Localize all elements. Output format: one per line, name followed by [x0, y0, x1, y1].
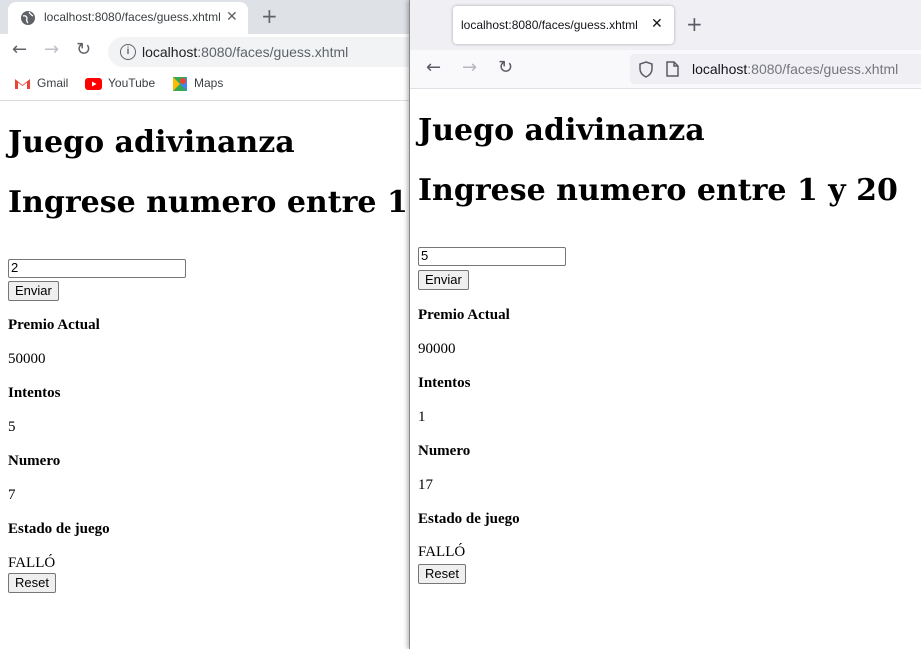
- close-tab-icon[interactable]: ✕: [651, 16, 663, 32]
- close-tab-icon[interactable]: ✕: [226, 9, 238, 25]
- bookmark-label: Maps: [194, 76, 224, 91]
- firefox-tab-title: localhost:8080/faces/guess.xhtml: [461, 18, 638, 32]
- firefox-tab[interactable]: localhost:8080/faces/guess.xhtml ✕: [453, 6, 674, 44]
- reload-icon[interactable]: ↻: [498, 59, 513, 77]
- reset-button[interactable]: Reset: [8, 573, 56, 593]
- chrome-tab[interactable]: localhost:8080/faces/guess.xhtml ✕: [8, 2, 248, 34]
- guess-input[interactable]: 5: [418, 247, 566, 266]
- bookmark-youtube[interactable]: YouTube: [85, 76, 155, 90]
- reload-icon[interactable]: ↻: [76, 41, 91, 59]
- attempts-label: Intentos: [418, 375, 471, 391]
- bookmark-label: YouTube: [108, 76, 156, 90]
- game-state-label: Estado de juego: [418, 511, 520, 527]
- chrome-page-content: Juego adivinanza Ingrese numero entre 1 …: [0, 101, 488, 649]
- firefox-window: localhost:8080/faces/guess.xhtml ✕ + ← →…: [409, 0, 921, 649]
- prize-label: Premio Actual: [8, 317, 100, 333]
- forward-arrow-icon[interactable]: →: [462, 59, 477, 77]
- shield-icon[interactable]: [638, 61, 654, 78]
- firefox-toolbar: ← → ↻ localhost:8080/faces/guess.xhtml: [410, 50, 921, 89]
- page-subtitle: Ingrese numero entre 1 y 20: [418, 173, 898, 208]
- attempts-value: 5: [8, 419, 16, 435]
- info-icon[interactable]: i: [120, 44, 136, 60]
- submit-button[interactable]: Enviar: [418, 270, 469, 290]
- gmail-icon: [15, 79, 30, 90]
- number-label: Numero: [418, 443, 471, 459]
- bookmark-label: Gmail: [37, 76, 69, 90]
- reset-button[interactable]: Reset: [418, 564, 466, 584]
- bookmark-maps[interactable]: Maps: [172, 76, 223, 92]
- number-value: 17: [418, 477, 433, 493]
- prize-value: 50000: [8, 351, 46, 367]
- address-url: localhost:8080/faces/guess.xhtml: [142, 44, 348, 60]
- new-tab-plus-icon[interactable]: +: [261, 4, 278, 28]
- url-host: localhost: [692, 61, 748, 77]
- new-tab-plus-icon[interactable]: +: [686, 14, 703, 34]
- game-state-value: FALLÓ: [418, 544, 466, 560]
- number-label: Numero: [8, 453, 61, 469]
- globe-icon: [21, 11, 35, 25]
- url-path: :8080/faces/guess.xhtml: [197, 44, 349, 60]
- youtube-icon: [85, 77, 102, 90]
- page-title: Juego adivinanza: [418, 113, 705, 148]
- back-arrow-icon[interactable]: ←: [12, 41, 27, 59]
- page-icon: [666, 61, 679, 77]
- url-path: :8080/faces/guess.xhtml: [747, 61, 899, 77]
- bookmark-gmail[interactable]: Gmail: [14, 76, 68, 90]
- forward-arrow-icon[interactable]: →: [44, 41, 59, 59]
- guess-input[interactable]: 2: [8, 259, 186, 278]
- prize-label: Premio Actual: [418, 307, 510, 323]
- page-title: Juego adivinanza: [8, 125, 295, 160]
- firefox-page-content: Juego adivinanza Ingrese numero entre 1 …: [410, 89, 921, 649]
- attempts-label: Intentos: [8, 385, 61, 401]
- prize-value: 90000: [418, 341, 456, 357]
- chrome-tab-title: localhost:8080/faces/guess.xhtml: [44, 10, 221, 24]
- maps-icon: [173, 77, 187, 91]
- game-state-value: FALLÓ: [8, 555, 56, 571]
- firefox-tab-strip: localhost:8080/faces/guess.xhtml ✕ +: [410, 0, 921, 50]
- url-host: localhost: [142, 44, 198, 60]
- back-arrow-icon[interactable]: ←: [426, 59, 441, 77]
- game-state-label: Estado de juego: [8, 521, 110, 537]
- address-bar[interactable]: localhost:8080/faces/guess.xhtml: [630, 54, 921, 84]
- submit-button[interactable]: Enviar: [8, 281, 59, 301]
- address-url: localhost:8080/faces/guess.xhtml: [692, 61, 898, 77]
- attempts-value: 1: [418, 409, 426, 425]
- number-value: 7: [8, 487, 16, 503]
